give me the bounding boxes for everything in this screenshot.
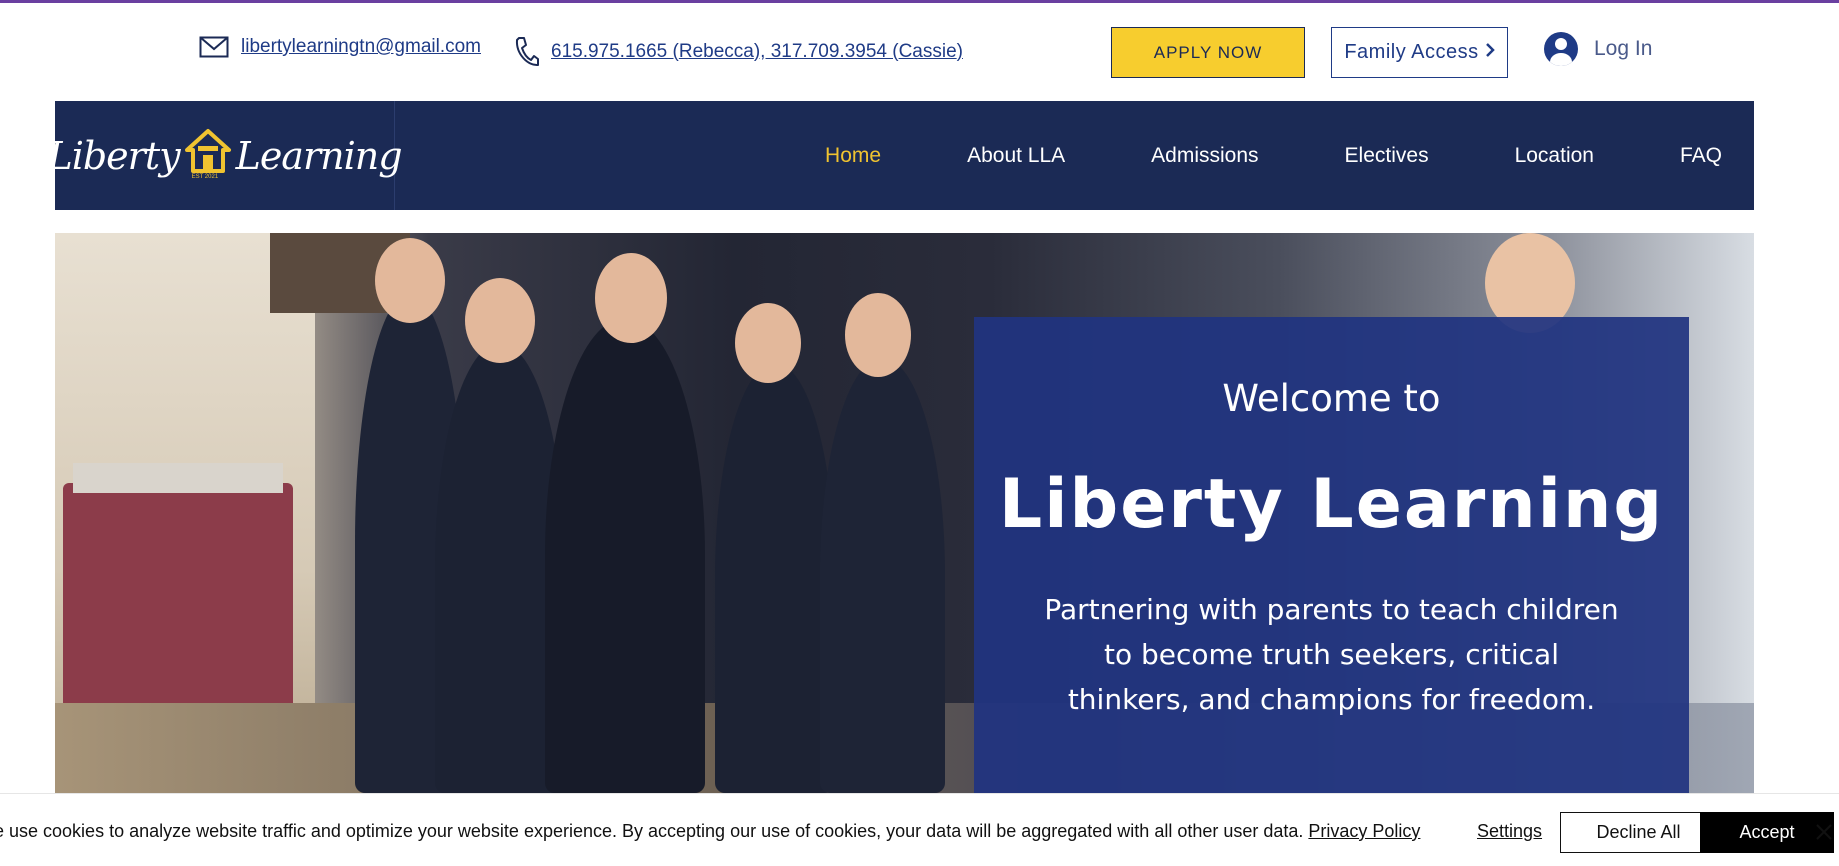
hero-tagline: Partnering with parents to teach childre…	[1044, 593, 1619, 716]
close-icon[interactable]	[1814, 822, 1834, 842]
phone-text-1: 615.975.1665 (	[551, 41, 679, 62]
logo-word-liberty: Liberty	[47, 133, 180, 178]
hero-title: Liberty Learning	[998, 465, 1665, 544]
hero-child-face	[735, 303, 801, 383]
contact-email: libertylearningtn@gmail.com	[199, 36, 481, 58]
contact-phone: 615.975.1665 (Rebecca), 317.709.3954 (Ca…	[513, 36, 963, 68]
hero-child-face	[595, 253, 667, 343]
cookie-banner: e use cookies to analyze website traffic…	[0, 793, 1839, 866]
envelope-icon	[199, 36, 229, 58]
hero-child-face	[375, 238, 445, 323]
hero-child	[820, 358, 945, 793]
house-logo-icon: EST 2021	[184, 128, 232, 184]
phone-link[interactable]: 615.975.1665 (Rebecca), 317.709.3954 (Ca…	[551, 41, 963, 63]
hero-child-face	[465, 278, 535, 363]
nav-item-about[interactable]: About LLA	[967, 144, 1065, 168]
nav-item-faq[interactable]: FAQ	[1680, 144, 1722, 168]
email-link[interactable]: libertylearningtn@gmail.com	[241, 36, 481, 58]
family-access-label: Family Access	[1344, 41, 1479, 63]
privacy-policy-link[interactable]: Privacy Policy	[1308, 821, 1420, 841]
login-label: Log In	[1594, 37, 1653, 60]
nav-menu: Home About LLA Admissions Electives Loca…	[825, 101, 1722, 210]
decline-all-button[interactable]: Decline All	[1560, 812, 1717, 853]
nav-item-electives[interactable]: Electives	[1345, 144, 1429, 168]
user-avatar-icon	[1544, 32, 1578, 66]
hero-child	[715, 363, 835, 793]
phone-name-rebecca: Rebecca	[678, 41, 754, 62]
main-navigation: Liberty EST 2021 Learning Home About LLA…	[47, 101, 1754, 210]
chevron-right-icon	[1485, 41, 1495, 64]
phone-icon	[513, 36, 539, 68]
logo-word-learning: Learning	[235, 133, 403, 178]
site-logo[interactable]: Liberty EST 2021 Learning	[47, 101, 403, 210]
logo-est: EST 2021	[191, 173, 219, 180]
phone-text-2: ), 317.709.3954 (	[753, 41, 899, 62]
login-link[interactable]: Log In	[1544, 32, 1652, 66]
hero-child-face	[845, 293, 911, 377]
phone-name-cassie: Cassie	[898, 41, 957, 62]
family-access-button[interactable]: Family Access	[1331, 27, 1508, 78]
apply-now-button[interactable]: APPLY NOW	[1111, 27, 1305, 78]
cookie-settings-link[interactable]: Settings	[1477, 821, 1542, 842]
nav-item-admissions[interactable]: Admissions	[1151, 144, 1258, 168]
hero-welcome-panel: Welcome to Liberty Learning Partnering w…	[974, 317, 1689, 793]
cookie-message: e use cookies to analyze website traffic…	[0, 821, 1420, 842]
hero-child	[545, 318, 705, 793]
cookie-message-text: e use cookies to analyze website traffic…	[0, 821, 1309, 841]
nav-item-home[interactable]: Home	[825, 144, 881, 168]
hero-welcome: Welcome to	[1222, 377, 1441, 420]
phone-text-3: )	[956, 41, 963, 62]
top-accent-rule	[0, 0, 1839, 3]
nav-item-location[interactable]: Location	[1515, 144, 1594, 168]
